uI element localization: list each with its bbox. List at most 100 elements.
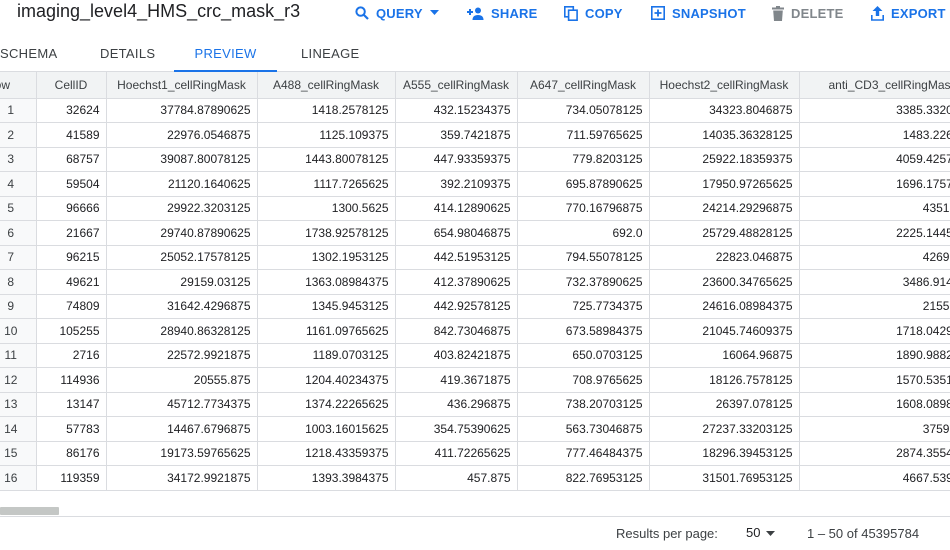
table-cell: 96215 bbox=[36, 245, 107, 270]
table-cell: 403.82421875 bbox=[395, 343, 518, 368]
table-row: 13 13147 45712.7734375 1374.22265625 436.296… bbox=[0, 392, 950, 417]
table-cell: 20555.875 bbox=[106, 367, 258, 393]
table-cell: 114936 bbox=[36, 367, 107, 393]
search-icon bbox=[355, 6, 369, 20]
table-cell: 695.87890625 bbox=[517, 171, 650, 197]
table-cell: 29922.3203125 bbox=[106, 196, 258, 221]
tab-details[interactable]: DETAILS bbox=[100, 38, 155, 72]
share-button[interactable]: SHARE bbox=[467, 4, 538, 22]
table-cell: 1718.04296875 bbox=[799, 318, 950, 344]
table-cell: 49621 bbox=[36, 269, 107, 295]
table-cell: 414.12890625 bbox=[395, 196, 518, 221]
table-cell: 21045.74609375 bbox=[649, 318, 800, 344]
table-row: 4 59504 21120.1640625 1117.7265625 392.21093… bbox=[0, 171, 950, 197]
tab-lineage[interactable]: LINEAGE bbox=[301, 38, 359, 72]
table-row: 11 2716 22572.9921875 1189.0703125 403.82421… bbox=[0, 343, 950, 368]
table-row: 3 68757 39087.80078125 1443.80078125 447.933… bbox=[0, 147, 950, 172]
horizontal-scrollbar[interactable] bbox=[0, 507, 59, 515]
table-cell: 447.93359375 bbox=[395, 147, 518, 172]
upload-icon bbox=[871, 5, 884, 21]
column-header-cellid[interactable]: CellID bbox=[36, 72, 107, 99]
table-cell: 734.05078125 bbox=[517, 98, 650, 123]
table-cell: 25052.17578125 bbox=[106, 245, 258, 270]
tab-schema[interactable]: SCHEMA bbox=[0, 38, 58, 72]
table-cell: 22572.9921875 bbox=[106, 343, 258, 368]
table-cell: 842.73046875 bbox=[395, 318, 518, 344]
results-per-page-select[interactable]: 50 bbox=[746, 525, 776, 540]
table-cell: 1418.2578125 bbox=[257, 98, 396, 123]
row-number: 13 bbox=[0, 392, 37, 417]
table-row: 5 96666 29922.3203125 1300.5625 414.12890625… bbox=[0, 196, 950, 221]
table-cell: 732.37890625 bbox=[517, 269, 650, 295]
table-cell: 1189.0703125 bbox=[257, 343, 396, 368]
table-cell: 22823.046875 bbox=[649, 245, 800, 270]
tab-preview[interactable]: PREVIEW bbox=[174, 38, 277, 72]
table-cell: 1570.53515625 bbox=[799, 367, 950, 393]
table-cell: 359.7421875 bbox=[395, 122, 518, 148]
table-cell: 32624 bbox=[36, 98, 107, 123]
query-label: QUERY bbox=[376, 5, 423, 21]
table-cell: 1483.2265625 bbox=[799, 122, 950, 148]
table-cell: 25922.18359375 bbox=[649, 147, 800, 172]
query-button[interactable]: QUERY bbox=[355, 4, 439, 22]
table-row: 7 96215 25052.17578125 1302.1953125 442.5195… bbox=[0, 245, 950, 270]
column-header-a647[interactable]: A647_cellRingMask bbox=[517, 72, 650, 99]
table-cell: 28940.86328125 bbox=[106, 318, 258, 344]
table-cell: 354.75390625 bbox=[395, 416, 518, 442]
table-cell: 1302.1953125 bbox=[257, 245, 396, 270]
column-header-hoechst1[interactable]: Hoechst1_cellRingMask bbox=[106, 72, 258, 99]
table-cell: 1443.80078125 bbox=[257, 147, 396, 172]
column-header-row[interactable]: Row bbox=[0, 72, 37, 99]
table-cell: 738.20703125 bbox=[517, 392, 650, 417]
table-cell: 1608.08984375 bbox=[799, 392, 950, 417]
snapshot-button[interactable]: SNAPSHOT bbox=[651, 4, 746, 22]
table-cell: 19173.59765625 bbox=[106, 441, 258, 466]
copy-icon bbox=[564, 5, 578, 21]
column-header-anti-cd3[interactable]: anti_CD3_cellRingMask bbox=[799, 72, 950, 99]
table-row: 8 49621 29159.03125 1363.08984375 412.378906… bbox=[0, 269, 950, 295]
table-cell: 18296.39453125 bbox=[649, 441, 800, 466]
snapshot-label: SNAPSHOT bbox=[672, 5, 746, 21]
table-cell: 432.15234375 bbox=[395, 98, 518, 123]
table-cell: 1393.3984375 bbox=[257, 465, 396, 491]
table-cell: 96666 bbox=[36, 196, 107, 221]
table-cell: 39087.80078125 bbox=[106, 147, 258, 172]
copy-button[interactable]: COPY bbox=[564, 4, 623, 22]
table-cell: 3486.9140625 bbox=[799, 269, 950, 295]
table-cell: 21120.1640625 bbox=[106, 171, 258, 197]
share-label: SHARE bbox=[491, 5, 538, 21]
table-cell: 29159.03125 bbox=[106, 269, 258, 295]
table-cell: 1890.98828125 bbox=[799, 343, 950, 368]
table-cell: 59504 bbox=[36, 171, 107, 197]
column-header-a555[interactable]: A555_cellRingMask bbox=[395, 72, 518, 99]
column-header-hoechst2[interactable]: Hoechst2_cellRingMask bbox=[649, 72, 800, 99]
results-per-page-label: Results per page: bbox=[616, 526, 718, 541]
table-cell: 14467.6796875 bbox=[106, 416, 258, 442]
table-row: 12 114936 20555.875 1204.40234375 419.367187… bbox=[0, 367, 950, 393]
row-number: 5 bbox=[0, 196, 37, 221]
table-row: 9 74809 31642.4296875 1345.9453125 442.92578… bbox=[0, 294, 950, 319]
column-header-a488[interactable]: A488_cellRingMask bbox=[257, 72, 396, 99]
table-cell: 442.92578125 bbox=[395, 294, 518, 319]
table-cell: 1363.08984375 bbox=[257, 269, 396, 295]
export-label: EXPORT bbox=[891, 5, 946, 21]
row-number: 15 bbox=[0, 441, 37, 466]
table-cell: 86176 bbox=[36, 441, 107, 466]
table-cell: 1300.5625 bbox=[257, 196, 396, 221]
table-cell: 3759.5625 bbox=[799, 416, 950, 442]
table-cell: 37784.87890625 bbox=[106, 98, 258, 123]
delete-button[interactable]: DELETE bbox=[772, 4, 843, 22]
table-cell: 4269.9375 bbox=[799, 245, 950, 270]
table-cell: 822.76953125 bbox=[517, 465, 650, 491]
export-button[interactable]: EXPORT bbox=[871, 4, 946, 22]
row-number: 6 bbox=[0, 220, 37, 246]
table-cell: 45712.7734375 bbox=[106, 392, 258, 417]
snapshot-icon bbox=[651, 6, 665, 20]
trash-icon bbox=[772, 5, 784, 21]
table-cell: 457.875 bbox=[395, 465, 518, 491]
table-cell: 2155.8125 bbox=[799, 294, 950, 319]
table-cell: 1161.09765625 bbox=[257, 318, 396, 344]
table-cell: 14035.36328125 bbox=[649, 122, 800, 148]
table-cell: 13147 bbox=[36, 392, 107, 417]
table-cell: 68757 bbox=[36, 147, 107, 172]
